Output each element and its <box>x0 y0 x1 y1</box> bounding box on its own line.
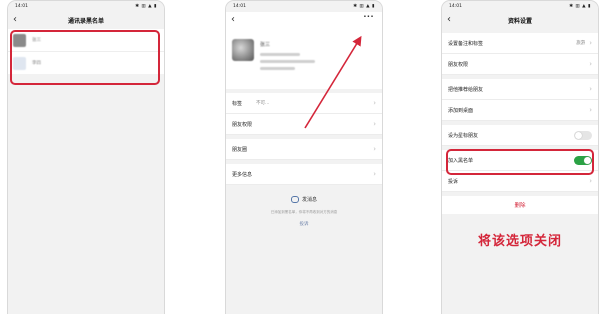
chevron-right-icon: › <box>589 39 592 47</box>
chevron-right-icon: › <box>373 145 376 153</box>
row-label: 设为星标朋友 <box>448 132 479 139</box>
row-friend-permissions[interactable]: 朋友权限 › <box>226 114 382 135</box>
row-label: 更多信息 <box>232 171 253 178</box>
back-icon[interactable]: ‹ <box>13 14 17 25</box>
delete-button[interactable]: 删除 <box>442 196 598 214</box>
status-icons: ✱ ▥ ▲ ▮ <box>353 4 375 9</box>
row-label: 设置备注和标签 <box>448 40 484 47</box>
chevron-right-icon: › <box>589 60 592 68</box>
profile-name: 张三 <box>260 42 271 48</box>
back-icon[interactable]: ‹ <box>447 14 451 25</box>
star-friend-toggle[interactable] <box>574 130 592 140</box>
row-set-remark[interactable]: 设置备注和标签 旅游 › <box>442 33 598 54</box>
profile-detail <box>260 53 300 56</box>
nav-bar: ‹ 资料设置 <box>442 12 598 29</box>
page-title: 通讯录黑名单 <box>67 18 104 25</box>
profile-card: 张三 <box>226 29 382 89</box>
status-time: 14:01 <box>449 4 462 9</box>
status-icons: ✱ ▥ ▲ ▮ <box>135 4 157 9</box>
nav-bar: ‹ 通讯录黑名单 <box>8 12 164 29</box>
profile-detail <box>260 67 295 70</box>
send-message-button[interactable]: 发消息 <box>226 191 382 207</box>
profile-detail <box>260 60 315 63</box>
back-icon[interactable]: ‹ <box>231 14 235 25</box>
more-icon[interactable]: ··· <box>363 12 374 21</box>
row-tags[interactable]: 标签 不可... › <box>226 93 382 114</box>
row-recommend[interactable]: 把他推荐给朋友 › <box>442 79 598 100</box>
avatar <box>232 39 254 61</box>
nav-bar: ‹ ··· <box>226 12 382 29</box>
send-message-label: 发消息 <box>301 196 317 203</box>
row-label: 把他推荐给朋友 <box>448 86 484 93</box>
blacklist-notice: 已添加到黑名单，你将不再收到对方的消息 <box>270 210 338 214</box>
chevron-right-icon: › <box>589 177 592 185</box>
complain-link[interactable]: 投诉 <box>226 221 382 227</box>
row-label: 朋友权限 <box>232 121 253 128</box>
phone-screen-settings: 14:01 ✱ ▥ ▲ ▮ ‹ 资料设置 设置备注和标签 旅游 › 朋友权限 ›… <box>441 0 599 314</box>
highlight-box <box>446 149 594 175</box>
highlight-box <box>10 30 160 85</box>
page-title: 资料设置 <box>507 18 532 25</box>
chevron-right-icon: › <box>373 170 376 178</box>
row-moments[interactable]: 朋友圈 › <box>226 139 382 160</box>
status-icons: ✱ ▥ ▲ ▮ <box>569 4 591 9</box>
phone-screen-profile: 14:01 ✱ ▥ ▲ ▮ ‹ ··· 张三 标签 不可... › 朋友权限 ›… <box>225 0 383 314</box>
status-bar: 14:01 ✱ ▥ ▲ ▮ <box>442 1 598 12</box>
row-friend-permissions[interactable]: 朋友权限 › <box>442 54 598 75</box>
row-label: 添加到桌面 <box>448 107 474 114</box>
row-star-friend: 设为星标朋友 <box>442 125 598 146</box>
chevron-right-icon: › <box>373 120 376 128</box>
row-label: 投诉 <box>448 178 459 185</box>
chevron-right-icon: › <box>373 99 376 107</box>
chevron-right-icon: › <box>589 85 592 93</box>
row-value: 旅游 <box>576 41 586 46</box>
chevron-right-icon: › <box>589 106 592 114</box>
phone-screen-blacklist: 14:01 ✱ ▥ ▲ ▮ ‹ 通讯录黑名单 张三 李四 <box>7 0 165 314</box>
row-value: 不可... <box>256 100 270 106</box>
row-label: 标签 <box>232 100 243 107</box>
status-bar: 14:01 ✱ ▥ ▲ ▮ <box>8 1 164 12</box>
row-label: 朋友圈 <box>232 146 248 153</box>
status-time: 14:01 <box>233 4 246 9</box>
row-label: 朋友权限 <box>448 61 469 68</box>
status-time: 14:01 <box>15 4 28 9</box>
row-add-to-desktop[interactable]: 添加到桌面 › <box>442 100 598 121</box>
row-more-info[interactable]: 更多信息 › <box>226 164 382 185</box>
chat-bubble-icon <box>290 195 299 203</box>
status-bar: 14:01 ✱ ▥ ▲ ▮ <box>226 1 382 12</box>
instruction-text: 将该选项关闭 <box>477 234 562 249</box>
